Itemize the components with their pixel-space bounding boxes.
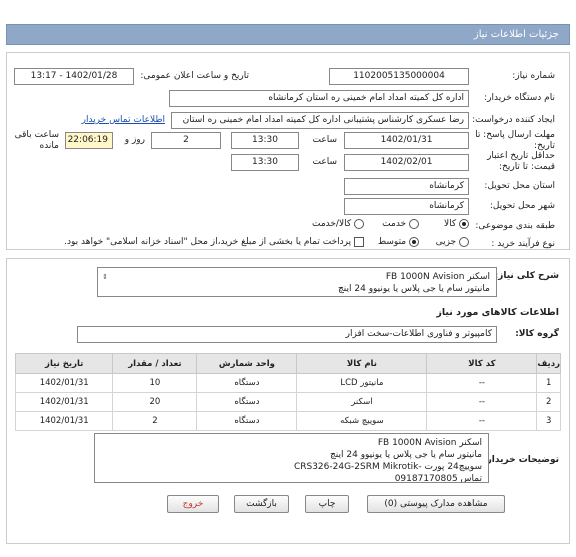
table-row: 1 -- مانیتور LCD دستگاه 10 1402/01/31 bbox=[14, 373, 561, 393]
city-field: کرمانشاه bbox=[344, 198, 469, 215]
deadline-time-field: 13:30 bbox=[231, 132, 299, 149]
deadline-time-label: ساعت bbox=[312, 135, 338, 145]
cell-row: 2 bbox=[536, 392, 561, 412]
remaining-label: ساعت باقی مانده bbox=[14, 130, 59, 151]
cell-qty: 2 bbox=[112, 411, 198, 431]
province-label: استان محل تحویل: bbox=[484, 181, 555, 191]
notes-line-4: تماس 09187170805 bbox=[394, 474, 482, 483]
remaining-time-field: 22:06:19 bbox=[65, 132, 113, 149]
table-row: 3 -- سوییچ شبکه دستگاه 2 1402/01/31 bbox=[14, 411, 561, 431]
exit-button[interactable]: خروج bbox=[167, 495, 219, 513]
notes-line-2: مانیتور سام یا جی پلاس یا یونیوو 24 اینچ bbox=[329, 450, 482, 460]
process-label: نوع فرآیند خرید : bbox=[491, 239, 555, 249]
checkbox-icon bbox=[354, 237, 364, 247]
days-label: روز و bbox=[124, 135, 145, 145]
buyer-org-field: اداره کل کمیته امداد امام خمینی ره استان… bbox=[169, 90, 469, 107]
cell-date: 1402/01/31 bbox=[14, 392, 114, 412]
requester-field: رضا عسکری کارشناس پشتیبانی اداره کل کمیت… bbox=[171, 112, 469, 129]
cell-unit: دستگاه bbox=[196, 411, 298, 431]
buyer-org-label: نام دستگاه خریدار: bbox=[484, 93, 555, 103]
announce-field: 1402/01/28 - 13:17 bbox=[14, 68, 134, 85]
cell-row: 1 bbox=[536, 373, 561, 393]
goods-table: ردیف کد کالا نام کالا واحد شمارش تعداد /… bbox=[14, 353, 561, 431]
need-info-panel: شماره نیاز: 1102005135000004 تاریخ و ساع… bbox=[6, 52, 570, 250]
col-qty: تعداد / مقدار bbox=[112, 353, 198, 374]
col-unit: واحد شمارش bbox=[196, 353, 298, 374]
validity-time-field: 13:30 bbox=[231, 154, 299, 171]
col-name: نام کالا bbox=[296, 353, 428, 374]
radio-icon bbox=[459, 237, 469, 247]
category-label: طبقه بندی موضوعی: bbox=[475, 221, 555, 231]
cell-name: سوییچ شبکه bbox=[296, 411, 428, 431]
cell-name: اسکنر bbox=[296, 392, 428, 412]
validity-label: حداقل تاریخ اعتبار قیمت: تا تاریخ: bbox=[487, 151, 555, 172]
radio-selected-icon bbox=[459, 219, 469, 229]
col-row: ردیف bbox=[536, 353, 561, 374]
notes-line-3: سوییچ24 پورت -CRS326-24G-2SRM Mikrotik bbox=[293, 462, 482, 472]
cell-unit: دستگاه bbox=[196, 392, 298, 412]
days-field: 2 bbox=[151, 132, 221, 149]
category-option-goods-service[interactable]: کالا/خدمت bbox=[312, 219, 364, 230]
need-number-label: شماره نیاز: bbox=[512, 71, 555, 81]
buyer-contact-link[interactable]: اطلاعات تماس خریدار bbox=[82, 115, 165, 125]
print-button[interactable]: چاپ bbox=[305, 495, 349, 513]
goods-group-field: کامپیوتر و فناوری اطلاعات-سخت افزار bbox=[77, 326, 497, 343]
category-option-goods[interactable]: کالا bbox=[444, 219, 469, 230]
goods-info-title: اطلاعات کالاهای مورد نیاز bbox=[436, 307, 559, 318]
deadline-date-field: 1402/01/31 bbox=[344, 132, 469, 149]
requester-label: ایجاد کننده درخواست: bbox=[472, 115, 555, 125]
category-option-service[interactable]: خدمت bbox=[382, 219, 419, 230]
goods-group-label: گروه کالا: bbox=[515, 329, 559, 339]
view-attachments-button[interactable]: مشاهده مدارک پیوستی (0) bbox=[367, 495, 505, 513]
cell-qty: 10 bbox=[112, 373, 198, 393]
buyer-notes-label: توضیحات خریدار: bbox=[483, 455, 559, 465]
summary-line-1: اسکنر FB 1000N Avision bbox=[385, 272, 490, 282]
validity-time-label: ساعت bbox=[312, 157, 338, 167]
summary-textarea[interactable]: اسکنر FB 1000N Avision مانیتور سام یا جی… bbox=[97, 267, 497, 297]
cell-date: 1402/01/31 bbox=[14, 411, 114, 431]
radio-selected-icon bbox=[409, 237, 419, 247]
cell-code: -- bbox=[426, 411, 538, 431]
cell-unit: دستگاه bbox=[196, 373, 298, 393]
province-field: کرمانشاه bbox=[344, 178, 469, 195]
notes-line-1: اسکنر FB 1000N Avision bbox=[377, 438, 482, 448]
radio-icon bbox=[409, 219, 419, 229]
need-details-panel: شرح کلی نیاز: اسکنر FB 1000N Avision مان… bbox=[6, 258, 570, 544]
city-label: شهر محل تحویل: bbox=[489, 201, 555, 211]
cell-qty: 20 bbox=[112, 392, 198, 412]
deadline-label: مهلت ارسال پاسخ: تا تاریخ: bbox=[475, 130, 555, 151]
need-number-field: 1102005135000004 bbox=[329, 68, 469, 85]
process-option-medium[interactable]: متوسط bbox=[378, 237, 419, 248]
cell-name: مانیتور LCD bbox=[296, 373, 428, 393]
col-code: کد کالا bbox=[426, 353, 538, 374]
page-title: جزئیات اطلاعات نیاز bbox=[473, 29, 559, 40]
table-header-row: ردیف کد کالا نام کالا واحد شمارش تعداد /… bbox=[14, 353, 561, 374]
summary-line-2: مانیتور سام یا جی پلاس یا یونیوو 24 اینچ bbox=[337, 284, 490, 294]
buyer-notes-textarea[interactable]: اسکنر FB 1000N Avision مانیتور سام یا جی… bbox=[94, 433, 489, 483]
col-date: تاریخ نیاز bbox=[14, 353, 114, 374]
page-header: جزئیات اطلاعات نیاز bbox=[6, 24, 570, 45]
back-button[interactable]: بازگشت bbox=[234, 495, 289, 513]
process-option-partial[interactable]: جزیی bbox=[436, 237, 469, 248]
validity-date-field: 1402/02/01 bbox=[344, 154, 469, 171]
announce-label: تاریخ و ساعت اعلان عمومی: bbox=[140, 71, 249, 81]
cell-code: -- bbox=[426, 392, 538, 412]
cell-row: 3 bbox=[536, 411, 561, 431]
cell-code: -- bbox=[426, 373, 538, 393]
resize-icon: ⇕ bbox=[102, 273, 108, 281]
table-row: 2 -- اسکنر دستگاه 20 1402/01/31 bbox=[14, 392, 561, 412]
treasury-payment-option[interactable]: پرداخت تمام یا بخشی از مبلغ خرید،از محل … bbox=[64, 237, 364, 248]
radio-icon bbox=[354, 219, 364, 229]
cell-date: 1402/01/31 bbox=[14, 373, 114, 393]
summary-label: شرح کلی نیاز: bbox=[494, 271, 559, 281]
